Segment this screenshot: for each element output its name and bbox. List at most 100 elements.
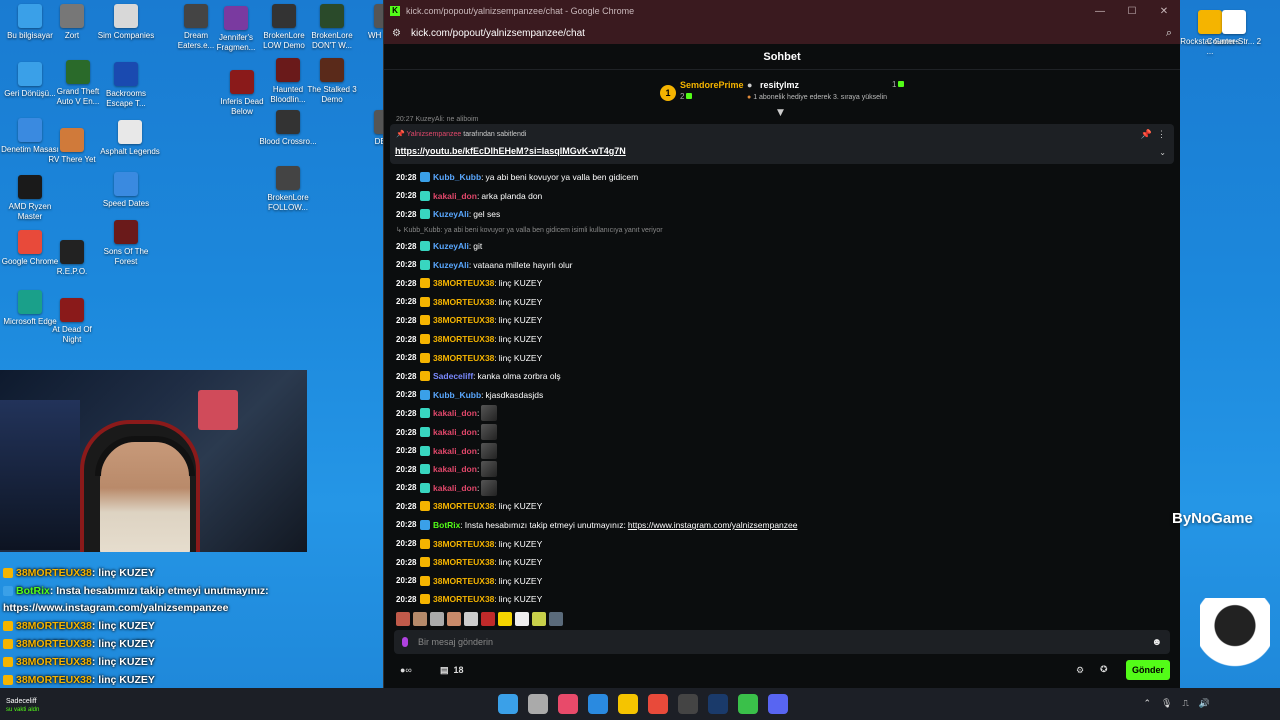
colon: : [460, 519, 463, 530]
maximize-button[interactable]: ☐ [1116, 6, 1148, 17]
emoji-icon[interactable]: ☻ [1151, 637, 1162, 648]
message-link[interactable]: https://www.instagram.com/yalnizsempanze… [628, 520, 798, 530]
emote-icon [532, 612, 546, 626]
desktop-icon[interactable]: At Dead Of Night [42, 298, 102, 345]
taskbar-apps[interactable] [498, 694, 788, 714]
chat-message[interactable]: 20:28 38MORTEUX38: linç KUZEY [396, 311, 1176, 330]
chat-message[interactable]: 20:28 kakali_don: [396, 479, 1176, 498]
pinned-link[interactable]: https://youtu.be/kfEcDlhEHeM?si=IasqlMGv… [395, 146, 626, 156]
chat-message[interactable]: 20:28 38MORTEUX38: linç KUZEY [396, 274, 1176, 293]
url-text[interactable]: kick.com/popout/yalnizsempanzee/chat [411, 28, 585, 39]
colon: : [494, 278, 497, 289]
message-username[interactable]: BotRix [433, 520, 460, 530]
chat-message[interactable]: 20:28 Kubb_Kubb: ya abi beni kovuyor ya va… [396, 168, 1176, 187]
infinity-points-icon[interactable]: ●∞ [400, 665, 412, 675]
desktop-icon[interactable]: Sons Of The Forest [96, 220, 156, 267]
leaderboard-first-name[interactable]: SemdorePrime [680, 80, 744, 90]
message-username[interactable]: kakali_don [433, 464, 477, 474]
zoom-icon[interactable]: ⌕ [1166, 27, 1172, 40]
desktop-icon[interactable]: Asphalt Legends [100, 120, 160, 157]
desktop-icon[interactable]: BrokenLore DON'T W... [302, 4, 362, 51]
expand-pinned-icon[interactable]: ⌄ [1159, 148, 1166, 157]
message-username[interactable]: 38MORTEUX38 [433, 539, 494, 549]
chat-message[interactable]: 20:28 KuzeyAli: vataana millete hayırlı ol… [396, 255, 1176, 274]
message-username[interactable]: kakali_don [433, 408, 477, 418]
message-username[interactable]: KuzeyAli [433, 260, 469, 270]
address-bar[interactable]: ⚙ kick.com/popout/yalnizsempanzee/chat ⌕ [384, 22, 1180, 44]
desktop-icon[interactable]: Blood Crossro... [258, 110, 318, 147]
message-username[interactable]: 38MORTEUX38 [433, 297, 494, 307]
collapse-leaderboard-icon[interactable]: ▼ [777, 108, 784, 118]
system-tray[interactable]: ⌃ 🎙 ⎍ 🔊 [1143, 698, 1210, 709]
chat-message[interactable]: 20:28 Sadeceliff: kanka olma zorbra olş [396, 367, 1176, 386]
pinned-actions[interactable]: 📌 ⋮ [1141, 129, 1166, 140]
desktop-icon[interactable]: BrokenLore FOLLOW... [258, 166, 318, 213]
message-username[interactable]: 38MORTEUX38 [433, 334, 494, 344]
message-username[interactable]: KuzeyAli [433, 241, 469, 251]
message-username[interactable]: 38MORTEUX38 [433, 315, 494, 325]
desktop-icon[interactable]: R.E.P.O. [42, 240, 102, 277]
message-username[interactable]: 38MORTEUX38 [433, 278, 494, 288]
leaderboard-second-name[interactable]: resitylmz [760, 80, 799, 90]
chat-message[interactable]: 20:28 kakali_don: [396, 423, 1176, 442]
chat-message[interactable]: 20:28 BotRix: Insta hesabımızı takip etmey… [396, 516, 1176, 535]
app-icon [114, 220, 138, 244]
site-settings-icon[interactable]: ⚙ [392, 28, 401, 39]
taskbar[interactable]: Sadeceliff su vakti aldn ⌃ 🎙 ⎍ 🔊 [0, 688, 1280, 720]
message-username[interactable]: KuzeyAli [433, 209, 469, 219]
chat-message[interactable]: 20:28 38MORTEUX38: linç KUZEY [396, 553, 1176, 572]
message-input[interactable]: Bir mesaj gönderin ☻ [394, 630, 1170, 654]
chat-message[interactable]: 20:28 38MORTEUX38: linç KUZEY [396, 293, 1176, 312]
message-username[interactable]: kakali_don [433, 191, 477, 201]
message-username[interactable]: Sadeceliff [433, 371, 473, 381]
message-username[interactable]: 38MORTEUX38 [433, 353, 494, 363]
desktop-icon[interactable]: Zort [42, 4, 102, 41]
chat-message[interactable]: 20:28 Kubb_Kubb: kjasdkasdasjds [396, 386, 1176, 405]
message-username[interactable]: kakali_don [433, 427, 477, 437]
desktop-icon[interactable]: Backrooms Escape T... [96, 62, 156, 109]
chat-message[interactable]: 20:28 KuzeyAli: git [396, 237, 1176, 256]
minimize-button[interactable]: — [1084, 6, 1116, 17]
emote-quick-bar[interactable] [396, 612, 563, 626]
message-username[interactable]: 38MORTEUX38 [433, 576, 494, 586]
desktop-icon[interactable]: RV There Yet [42, 128, 102, 165]
chat-messages[interactable]: 20:28 Kubb_Kubb: ya abi beni kovuyor ya va… [396, 168, 1176, 609]
chat-message[interactable]: 20:28 38MORTEUX38: linç KUZEY [396, 497, 1176, 516]
chat-message[interactable]: 20:28 KuzeyAli: gel ses [396, 205, 1176, 224]
chat-message[interactable]: 20:28 38MORTEUX38: linç KUZEY [396, 348, 1176, 367]
settings-icon[interactable]: ⚙ [1076, 665, 1084, 676]
close-button[interactable]: ✕ [1148, 6, 1180, 17]
message-username[interactable]: kakali_don [433, 446, 477, 456]
desktop-icon[interactable]: AMD Ryzen Master [0, 175, 60, 222]
chat-message[interactable]: 20:28 38MORTEUX38: linç KUZEY [396, 571, 1176, 590]
send-button[interactable]: Gönder [1126, 660, 1170, 680]
app-icon [114, 4, 138, 28]
message-time: 20:28 [396, 464, 417, 474]
desktop-icon[interactable]: The Stalked 3 Demo [302, 58, 362, 105]
message-username[interactable]: 38MORTEUX38 [433, 594, 494, 604]
desktop-icon[interactable]: Speed Dates [96, 172, 156, 209]
chat-message[interactable]: 20:28 kakali_don: [396, 460, 1176, 479]
chat-message[interactable]: 20:28 38MORTEUX38: linç KUZEY [396, 330, 1176, 349]
desktop-icon[interactable]: Counter-Str... 2 [1204, 10, 1264, 47]
desktop-icon[interactable]: Sim Companies [96, 4, 156, 41]
message-username[interactable]: 38MORTEUX38 [433, 501, 494, 511]
taskbar-user[interactable]: Sadeceliff su vakti aldn [6, 698, 39, 714]
colon: : [481, 389, 484, 400]
pinned-message[interactable]: 📌 Yalnizsempanzee tarafından sabitlendi … [390, 124, 1174, 164]
message-username[interactable]: kakali_don [433, 483, 477, 493]
emote-icon [481, 612, 495, 626]
chrome-window[interactable]: K kick.com/popout/yalnizsempanzee/chat -… [383, 0, 1180, 688]
badge-icon[interactable]: ✪ [1100, 664, 1108, 675]
chat-message[interactable]: 20:28 38MORTEUX38: linç KUZEY [396, 534, 1176, 553]
message-username[interactable]: 38MORTEUX38 [433, 557, 494, 567]
chat-message[interactable]: 20:28 kakali_don: [396, 441, 1176, 460]
chat-message[interactable]: 20:28 kakali_don: [396, 404, 1176, 423]
chat-top-cut-message: 20:27 KuzeyAli: ne aliboim [396, 116, 479, 123]
title-bar[interactable]: K kick.com/popout/yalnizsempanzee/chat -… [384, 0, 1180, 22]
message-username[interactable]: Kubb_Kubb [433, 172, 481, 182]
message-username[interactable]: Kubb_Kubb [433, 390, 481, 400]
message-placeholder[interactable]: Bir mesaj gönderin [418, 637, 493, 647]
chat-message[interactable]: 20:28 kakali_don: arka planda don [396, 187, 1176, 206]
chat-message[interactable]: 20:28 38MORTEUX38: linç KUZEY [396, 590, 1176, 609]
